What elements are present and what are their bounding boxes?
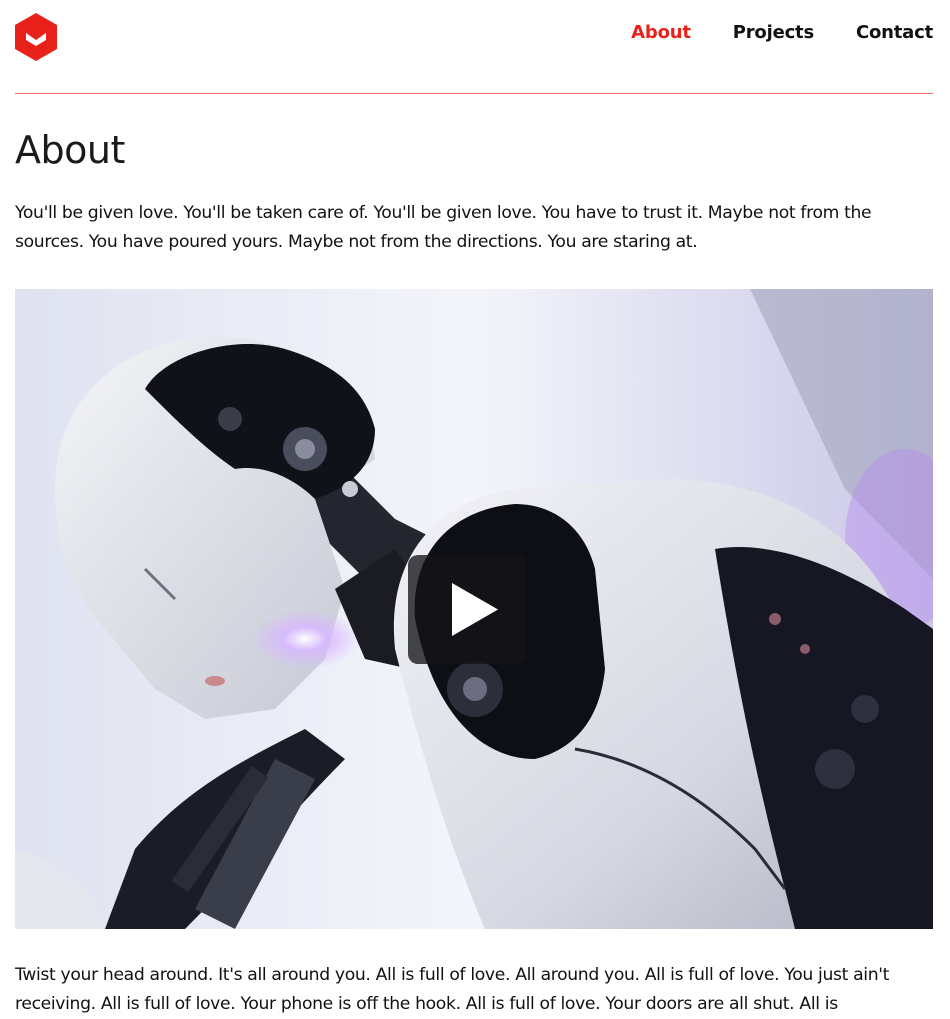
nav-about-link[interactable]: About <box>631 22 691 43</box>
site-header: About Projects Contact <box>15 0 933 94</box>
nav-contact-link[interactable]: Contact <box>856 22 933 43</box>
body-paragraph: Twist your head around. It's all around … <box>15 965 890 1014</box>
play-button[interactable] <box>408 555 526 664</box>
video-player[interactable] <box>15 289 933 929</box>
intro-paragraph: You'll be given love. You'll be taken ca… <box>15 203 872 252</box>
page-title: About <box>15 128 125 172</box>
nav-projects-link[interactable]: Projects <box>733 22 814 43</box>
hexagon-chevron-logo-icon <box>15 13 57 61</box>
main-nav: About Projects Contact <box>631 22 933 43</box>
logo-link[interactable] <box>15 13 57 61</box>
play-icon <box>452 583 498 636</box>
page: About Projects Contact About You'll be g… <box>0 0 950 1019</box>
